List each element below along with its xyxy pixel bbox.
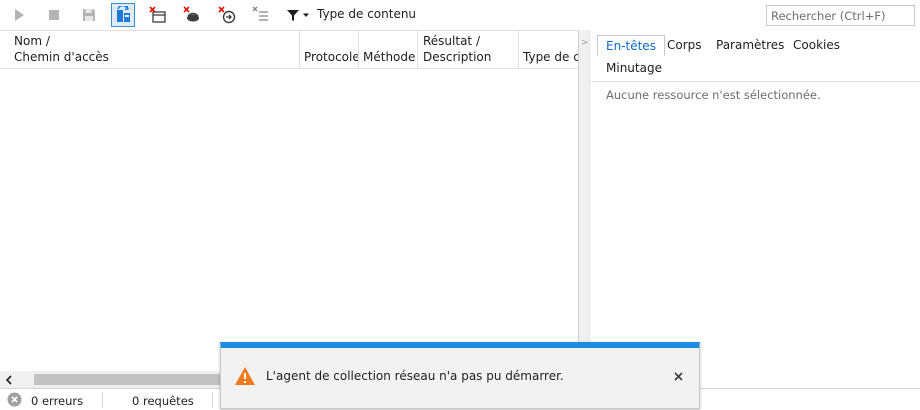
- clear-cookies-button[interactable]: [215, 3, 239, 27]
- column-header-method[interactable]: Méthode: [359, 31, 418, 68]
- clear-cookies-icon: [218, 6, 236, 24]
- details-tabbar: En-têtes Corps Paramètres Cookies Minuta…: [590, 30, 920, 82]
- request-grid-header: Nom / Chemin d'accès Protocole Méthode R…: [0, 30, 578, 69]
- tab-parameters[interactable]: Paramètres: [708, 35, 792, 56]
- save-icon: [83, 9, 95, 21]
- play-icon: [15, 9, 24, 21]
- column-header-name-line1: Nom /: [14, 34, 50, 48]
- details-pane: En-têtes Corps Paramètres Cookies Minuta…: [590, 30, 920, 388]
- column-header-result-line1: Résultat /: [423, 34, 480, 48]
- error-icon: [7, 392, 22, 407]
- toolbar: Type de contenu: [0, 0, 920, 30]
- search-input[interactable]: [766, 5, 915, 26]
- scroll-left-button[interactable]: [0, 371, 17, 388]
- column-header-result[interactable]: Résultat / Description: [418, 31, 519, 68]
- chevron-down-icon: [303, 13, 309, 17]
- clear-entries-button[interactable]: [249, 3, 273, 27]
- column-header-method-label: Méthode: [363, 50, 416, 64]
- column-header-content-type-label: Type de contenu: [523, 50, 578, 64]
- warning-icon: [235, 367, 255, 385]
- tab-headers-label: En-têtes: [606, 39, 656, 53]
- tab-timing-label: Minutage: [606, 61, 662, 75]
- column-header-name[interactable]: Nom / Chemin d'accès: [0, 31, 300, 68]
- column-header-content-type[interactable]: Type de contenu: [519, 31, 578, 68]
- column-header-protocol-label: Protocole: [304, 50, 359, 64]
- tab-headers[interactable]: En-têtes: [597, 35, 665, 56]
- play-button[interactable]: [7, 3, 31, 27]
- tab-cookies[interactable]: Cookies: [785, 35, 848, 56]
- column-header-protocol[interactable]: Protocole: [300, 31, 359, 68]
- content-type-filter-button[interactable]: [286, 6, 310, 24]
- no-resource-selected-message: Aucune ressource n'est sélectionnée.: [606, 88, 821, 102]
- request-list[interactable]: [0, 69, 578, 371]
- save-button[interactable]: [77, 3, 101, 27]
- column-header-result-line2: Description: [423, 50, 492, 64]
- stop-button[interactable]: [42, 3, 66, 27]
- tab-body[interactable]: Corps: [659, 35, 710, 56]
- clear-sessions-icon: [149, 6, 166, 23]
- scrollbar-thumb[interactable]: [34, 374, 220, 385]
- clear-entries-icon: [252, 6, 268, 21]
- notification-message: L'agent de collection réseau n'a pas pu …: [266, 369, 564, 383]
- clear-on-navigate-button[interactable]: [111, 3, 135, 27]
- clear-cache-icon: [183, 6, 199, 22]
- status-divider: [102, 392, 103, 408]
- chevron-left-icon: [5, 374, 12, 385]
- clear-sessions-button[interactable]: [146, 3, 170, 27]
- error-count[interactable]: 0 erreurs: [31, 394, 83, 408]
- expand-arrow-icon[interactable]: >: [581, 38, 589, 48]
- close-icon: [673, 371, 683, 381]
- filter-icon: [287, 10, 299, 21]
- clear-cache-button[interactable]: [180, 3, 204, 27]
- column-header-name-line2: Chemin d'accès: [14, 50, 109, 64]
- tab-body-label: Corps: [667, 38, 702, 52]
- content-type-filter-label[interactable]: Type de contenu: [317, 7, 416, 21]
- close-notification-button[interactable]: [668, 366, 688, 386]
- status-divider: [212, 392, 213, 408]
- tab-timing[interactable]: Minutage: [598, 58, 670, 79]
- clear-on-navigate-icon: [117, 6, 130, 22]
- request-count: 0 requêtes: [132, 394, 194, 408]
- notification-toast: L'agent de collection réseau n'a pas pu …: [220, 342, 700, 409]
- pane-splitter[interactable]: >: [578, 30, 590, 388]
- stop-icon: [49, 10, 59, 20]
- tab-cookies-label: Cookies: [793, 38, 840, 52]
- tab-parameters-label: Paramètres: [716, 38, 785, 52]
